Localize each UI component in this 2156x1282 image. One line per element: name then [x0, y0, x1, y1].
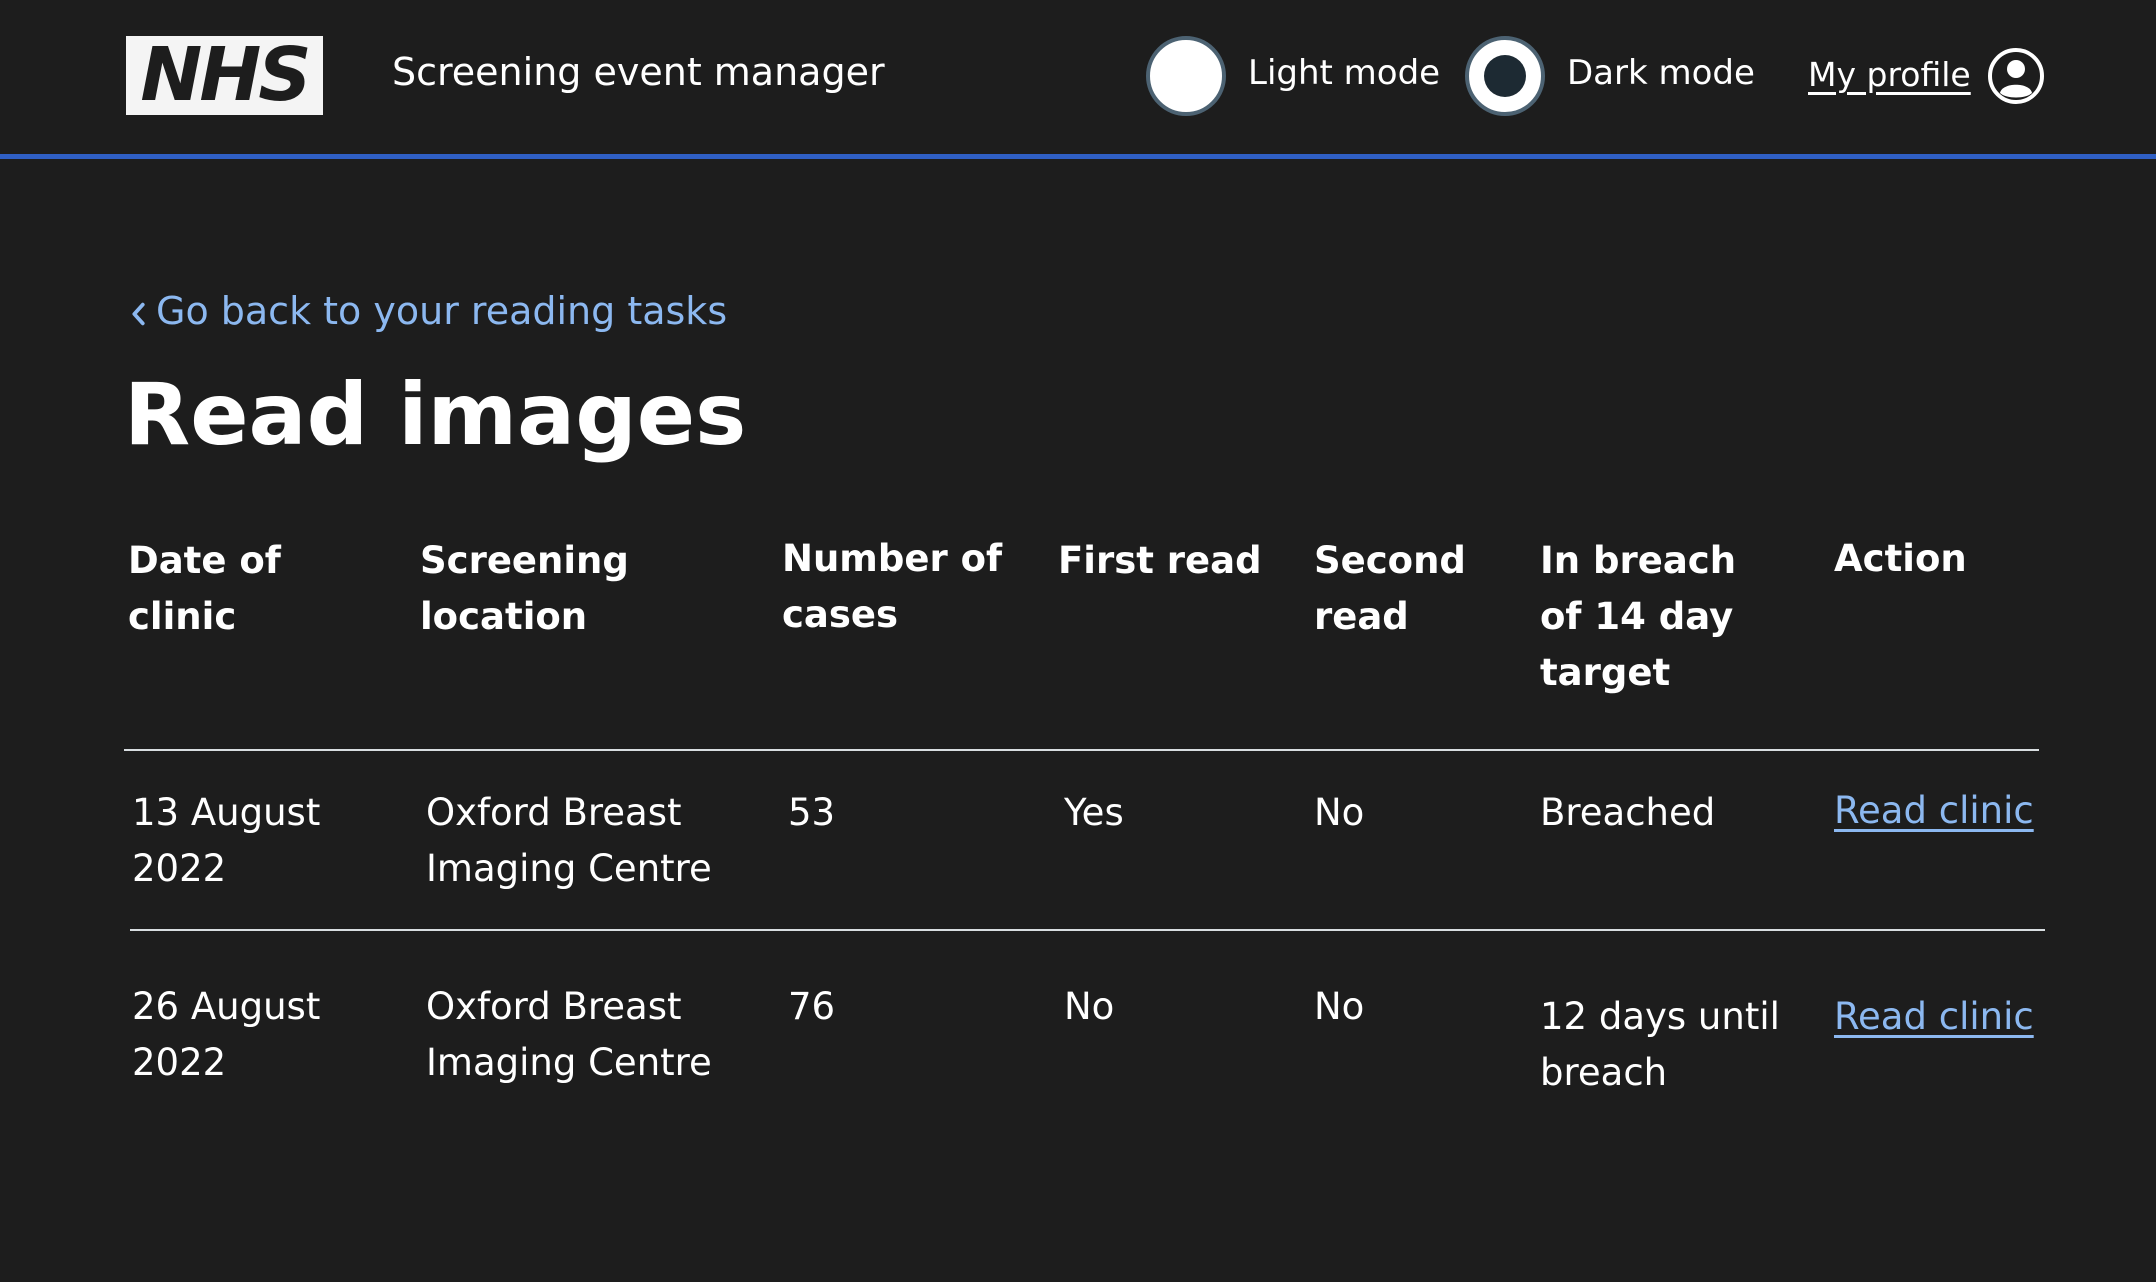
column-header-second-read: Second read — [1314, 539, 1466, 638]
cell-location: Oxford Breast Imaging Centre — [426, 791, 712, 890]
light-mode-label[interactable]: Light mode — [1248, 50, 1440, 96]
user-profile-icon[interactable] — [1986, 46, 2046, 106]
cell-cases: 76 — [788, 985, 836, 1028]
cell-second-read: No — [1314, 791, 1365, 834]
read-clinic-link[interactable]: Read clinic — [1834, 783, 2054, 839]
light-mode-radio[interactable] — [1146, 36, 1226, 116]
site-header: NHS Screening event manager Light mode D… — [0, 0, 2156, 159]
nhs-logo[interactable]: NHS — [126, 36, 323, 115]
read-clinic-link-label[interactable]: Read clinic — [1834, 789, 2034, 832]
table-divider — [124, 749, 2039, 751]
column-header-location: Screening location — [420, 539, 629, 638]
service-name[interactable]: Screening event manager — [392, 48, 885, 96]
column-header-breach: In breach of 14 day target — [1540, 539, 1737, 694]
cell-first-read: Yes — [1064, 791, 1124, 834]
back-link[interactable]: Go back to your reading tasks — [128, 286, 727, 336]
dark-mode-label[interactable]: Dark mode — [1567, 50, 1755, 96]
page-title: Read images — [124, 365, 747, 465]
column-header-cases: Number of cases — [782, 537, 1003, 636]
table-divider — [130, 929, 2045, 931]
cell-breach-status: 12 days until breach — [1540, 995, 1780, 1094]
cell-second-read: No — [1314, 985, 1365, 1028]
column-header-first-read: First read — [1058, 539, 1262, 582]
cell-date: 13 August 2022 — [132, 791, 321, 890]
my-profile-link[interactable]: My profile — [1808, 52, 1971, 98]
cell-cases: 53 — [788, 791, 836, 834]
cell-breach-status: Breached — [1540, 791, 1716, 834]
cell-location: Oxford Breast Imaging Centre — [426, 985, 712, 1084]
dark-mode-radio[interactable] — [1465, 36, 1545, 116]
cell-first-read: No — [1064, 985, 1115, 1028]
chevron-left-icon — [132, 302, 145, 325]
cell-date: 26 August 2022 — [132, 985, 321, 1084]
column-header-date: Date of clinic — [128, 539, 281, 638]
read-clinic-link-label[interactable]: Read clinic — [1834, 995, 2034, 1038]
column-header-action: Action — [1834, 537, 1967, 580]
read-clinic-link[interactable]: Read clinic — [1834, 989, 2054, 1045]
back-link-label: Go back to your reading tasks — [156, 289, 728, 333]
